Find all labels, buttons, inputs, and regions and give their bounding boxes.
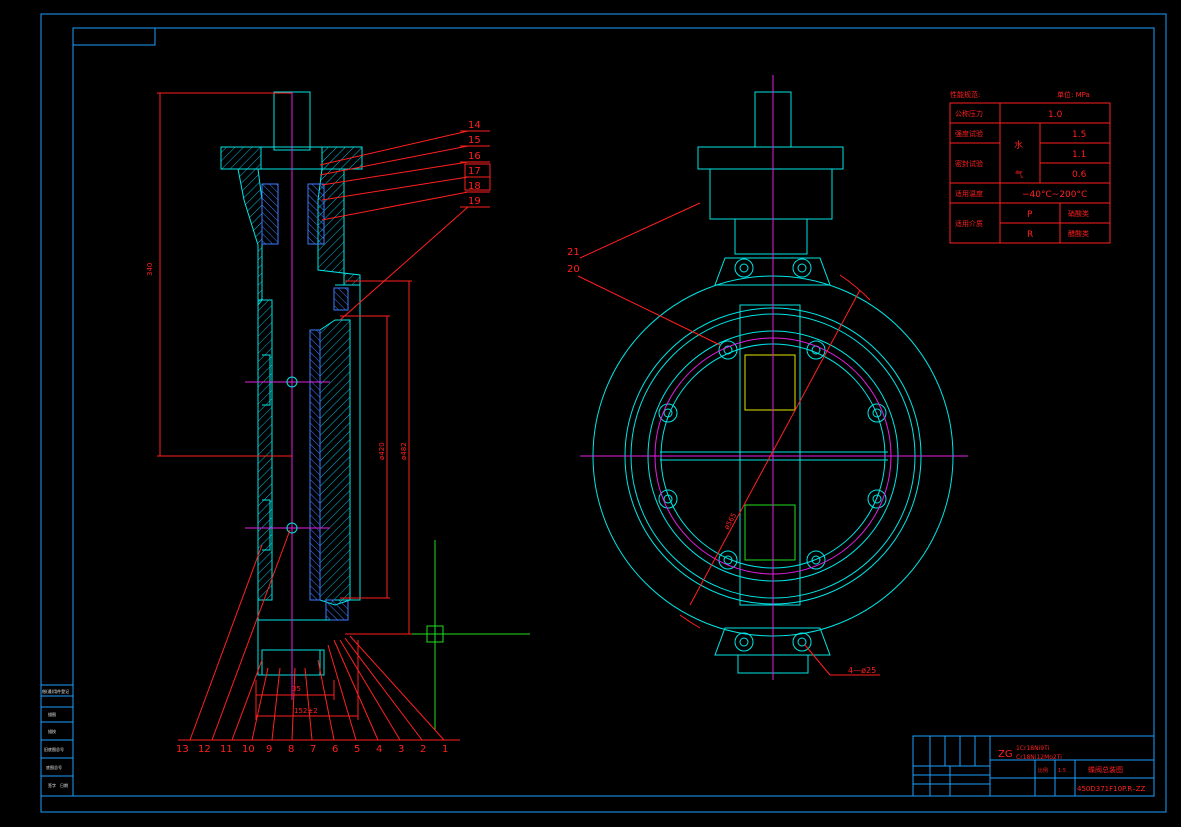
part-1: 1 <box>442 744 448 755</box>
perf-unit: 单位: MPa <box>1057 90 1090 99</box>
part-5: 5 <box>354 744 360 755</box>
drawing-frame <box>40 13 1167 813</box>
perf-row-4-v2: 0.6 <box>1072 170 1087 180</box>
part-20: 20 <box>567 264 580 275</box>
title-block: ZG 1Cr18Ni9Ti Cr18Ni12Mo2Ti 蝶阀总装图 450D37… <box>912 735 1155 797</box>
cad-drawing: 340 ø420 ø482 35 152±2 14 15 16 17 18 19 <box>40 13 1167 813</box>
dim-340: 340 <box>146 263 154 276</box>
side-r6: 签字 <box>48 782 56 788</box>
side-r4: 旧底图总号 <box>44 746 64 752</box>
part-7: 7 <box>310 744 316 755</box>
part-15: 15 <box>468 135 481 146</box>
dim-bolts: 4—ø25 <box>848 666 876 675</box>
side-view: 340 ø420 ø482 35 152±2 14 15 16 17 18 19 <box>146 91 530 755</box>
side-r2: 描图 <box>48 711 56 717</box>
perf-row-5-label: 适用温度 <box>955 189 983 198</box>
perf-row-4-v1: 气 <box>1015 169 1023 179</box>
drawing-number: 450D371F10P.R–ZZ <box>1077 785 1146 793</box>
material-zg: ZG <box>998 749 1013 760</box>
part-18: 18 <box>468 181 481 192</box>
part-6: 6 <box>332 744 338 755</box>
dim-482: ø482 <box>400 442 408 460</box>
side-r1: 借(通)用件登记 <box>42 688 69 694</box>
dim-152: 152±2 <box>294 707 318 715</box>
part-10: 10 <box>242 744 255 755</box>
perf-row-7-v3: 醋酸类 <box>1068 229 1089 238</box>
part-11: 11 <box>220 744 233 755</box>
side-block: 借(通)用件登记 描图 描校 旧底图总号 底图总号 签字 日期 <box>40 684 74 797</box>
part-12: 12 <box>198 744 211 755</box>
dim-35: 35 <box>292 685 301 693</box>
scale-value: 1:5 <box>1058 768 1066 774</box>
perf-row-1-label: 公称压力 <box>955 109 983 118</box>
side-r7: 日期 <box>60 782 68 788</box>
performance-table: 性能规范: 单位: MPa 公称压力 1.0 强度试验 1.5 密封试验 水 1… <box>949 90 1111 244</box>
part-13: 13 <box>176 744 189 755</box>
front-view: ø565 4—ø25 21 20 <box>567 75 968 680</box>
perf-row-3-v2: 1.1 <box>1072 150 1086 160</box>
perf-title: 性能规范: <box>950 90 980 99</box>
side-r5: 底图总号 <box>46 764 62 770</box>
part-2: 2 <box>420 744 426 755</box>
perf-row-6-v1: P <box>1027 210 1033 220</box>
part-8: 8 <box>288 744 294 755</box>
part-14: 14 <box>468 120 481 131</box>
perf-row-2-v2: 1.5 <box>1072 130 1086 140</box>
part-4: 4 <box>376 744 382 755</box>
perf-row-6-label: 适用介质 <box>955 219 983 228</box>
material-2: Cr18Ni12Mo2Ti <box>1016 754 1062 761</box>
perf-row-6-v3: 硝酸类 <box>1068 209 1089 218</box>
part-21: 21 <box>567 247 580 258</box>
perf-row-5-v1: −40°C~200°C <box>1022 190 1087 200</box>
perf-row-3-v1: 水 <box>1014 139 1023 151</box>
side-r3: 描校 <box>48 728 56 734</box>
part-3: 3 <box>398 744 404 755</box>
part-19: 19 <box>468 196 481 207</box>
dim-565: ø565 <box>723 512 739 531</box>
part-16: 16 <box>468 151 481 162</box>
scale-label: 比例 <box>1038 767 1048 774</box>
drawing-name: 蝶阀总装图 <box>1088 765 1123 774</box>
part-9: 9 <box>266 744 272 755</box>
perf-row-1-v1: 1.0 <box>1048 110 1063 120</box>
dim-420: ø420 <box>378 442 386 460</box>
perf-row-3-label: 密封试验 <box>955 159 983 168</box>
perf-row-7-v1: R <box>1027 230 1033 240</box>
part-17: 17 <box>468 166 481 177</box>
perf-row-2-label: 强度试验 <box>955 129 983 138</box>
material-1: 1Cr18Ni9Ti <box>1016 745 1050 752</box>
